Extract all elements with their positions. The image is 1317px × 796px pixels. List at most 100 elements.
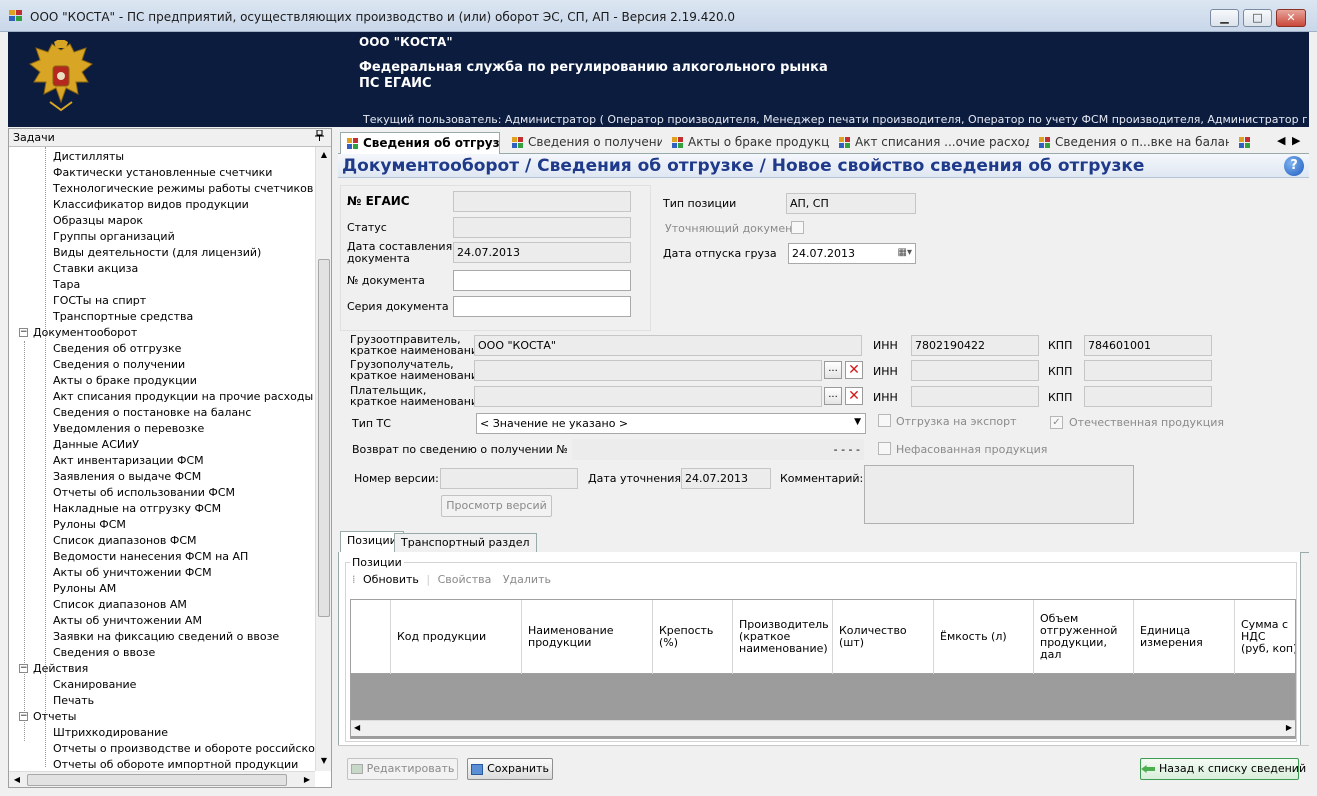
document-tab[interactable]: Акт списания ...очие расходы — [833, 132, 1029, 154]
help-icon[interactable]: ? — [1284, 156, 1304, 176]
grid-column-header[interactable]: Наименование продукции — [522, 600, 653, 674]
grid-column-header[interactable]: Код продукции — [391, 600, 522, 674]
tree-item[interactable]: Список диапазонов АМ — [53, 597, 187, 613]
edit-button[interactable]: Редактировать — [347, 758, 458, 780]
consignee-browse-button[interactable]: ... — [824, 361, 842, 379]
scroll-left-arrow-icon[interactable]: ◀ — [9, 772, 25, 788]
scroll-down-arrow-icon[interactable]: ▼ — [316, 753, 332, 769]
tree-item[interactable]: Накладные на отгрузку ФСМ — [53, 501, 221, 517]
tree-item[interactable]: Транспортные средства — [53, 309, 193, 325]
tree-item[interactable]: Акт инвентаризации ФСМ — [53, 453, 204, 469]
collapse-toggle-icon[interactable]: − — [19, 328, 28, 337]
document-tab[interactable]: Сведения об отгрузке — [340, 132, 500, 155]
minimize-button[interactable]: ▁ — [1210, 9, 1239, 27]
tree-item[interactable]: Заявки на фиксацию сведений о ввозе — [53, 629, 279, 645]
tree-item[interactable]: Сведения о постановке на баланс — [53, 405, 251, 421]
doc-number-input[interactable] — [453, 270, 631, 291]
grid-column-header[interactable]: Единица измерения — [1134, 600, 1235, 674]
scroll-right-arrow-icon[interactable]: ▶ — [299, 772, 315, 788]
delete-button[interactable]: Удалить — [503, 573, 551, 586]
tree-item[interactable]: Отчеты об использовании ФСМ — [53, 485, 235, 501]
tab-transport[interactable]: Транспортный раздел — [394, 533, 537, 553]
tree-item[interactable]: Фактически установленные счетчики — [53, 165, 272, 181]
domestic-checkbox[interactable]: ✓ — [1050, 416, 1063, 429]
scroll-left-arrow-icon[interactable]: ◀ — [354, 723, 360, 732]
document-tab[interactable]: Акты о браке продукции — [666, 132, 829, 154]
refresh-button[interactable]: Обновить — [363, 573, 419, 586]
doc-series-input[interactable] — [453, 296, 631, 317]
tree-item[interactable]: ГОСТы на спирт — [53, 293, 146, 309]
tree-item[interactable]: Список диапазонов ФСМ — [53, 533, 197, 549]
payer-clear-icon[interactable]: ✕ — [845, 387, 863, 405]
tree-item[interactable]: Дистилляты — [53, 149, 124, 165]
unpacked-checkbox[interactable] — [878, 442, 891, 455]
tabs-scroll-right-icon[interactable]: ▶ — [1292, 134, 1300, 147]
tree-item[interactable]: Сведения о получении — [53, 357, 185, 373]
tree-item[interactable]: Группы организаций — [53, 229, 175, 245]
grid-horizontal-scrollbar[interactable]: ◀ ▶ — [351, 720, 1295, 736]
tree-item-label: Акты о браке продукции — [53, 374, 197, 387]
save-button[interactable]: Сохранить — [467, 758, 553, 780]
calendar-dropdown-icon[interactable]: ▦▾ — [898, 247, 912, 258]
pin-icon[interactable] — [315, 129, 324, 144]
tree-item[interactable]: Уведомления о перевозке — [53, 421, 204, 437]
view-versions-button[interactable]: Просмотр версий — [441, 495, 552, 517]
tree-item[interactable]: Технологические режимы работы счетчиков — [53, 181, 313, 197]
tree-item[interactable]: Сведения об отгрузке — [53, 341, 181, 357]
tree-item[interactable]: Образцы марок — [53, 213, 143, 229]
grid-column-header[interactable]: Производитель (краткое наименование) — [733, 600, 833, 674]
collapse-toggle-icon[interactable]: − — [19, 664, 28, 673]
tree-item[interactable]: Данные АСИиУ — [53, 437, 139, 453]
tree-item[interactable]: Отчеты о производстве и обороте российск… — [53, 741, 315, 757]
export-checkbox[interactable] — [878, 414, 891, 427]
payer-browse-button[interactable]: ... — [824, 387, 842, 405]
tree-item[interactable]: Сканирование — [53, 677, 136, 693]
document-tab[interactable]: Сведения о п...вке на баланс — [1033, 132, 1229, 154]
tree-item[interactable]: Виды деятельности (для лицензий) — [53, 245, 261, 261]
scroll-thumb[interactable] — [27, 774, 287, 786]
tree-group[interactable]: − Документооборот — [19, 325, 137, 341]
positions-grid[interactable]: Код продукции Наименование продукции Крепо… — [350, 599, 1296, 739]
tree-item[interactable]: Акты об уничтожении АМ — [53, 613, 202, 629]
ship-date-input[interactable]: 24.07.2013 ▦▾ — [788, 243, 916, 264]
grid-column-header[interactable]: Ёмкость (л) — [934, 600, 1034, 674]
tree-item[interactable]: Рулоны ФСМ — [53, 517, 126, 533]
tree-item[interactable]: Штрихкодирование — [53, 725, 168, 741]
scroll-thumb[interactable] — [318, 259, 330, 617]
clarifying-document-checkbox[interactable] — [791, 221, 804, 234]
tree-group[interactable]: − Действия — [19, 661, 88, 677]
close-window-button[interactable]: ✕ — [1276, 9, 1306, 27]
tree-item[interactable]: Печать — [53, 693, 94, 709]
collapse-toggle-icon[interactable]: − — [19, 712, 28, 721]
tabs-scroll-left-icon[interactable]: ◀ — [1277, 134, 1285, 147]
scroll-right-arrow-icon[interactable]: ▶ — [1286, 723, 1292, 732]
grid-column-header[interactable]: Крепость (%) — [653, 600, 733, 674]
tree-horizontal-scrollbar[interactable]: ◀ ▶ — [9, 771, 315, 787]
scroll-up-arrow-icon[interactable]: ▲ — [316, 147, 332, 163]
properties-button[interactable]: Свойства — [438, 573, 492, 586]
edit-icon — [350, 764, 363, 774]
app-icon — [9, 10, 22, 21]
tree-item[interactable]: Акт списания продукции на прочие расходы — [53, 389, 313, 405]
tree-item[interactable]: Ведомости нанесения ФСМ на АП — [53, 549, 248, 565]
grid-column-header[interactable]: Количество (шт) — [833, 600, 934, 674]
tree-vertical-scrollbar[interactable]: ▲ ▼ — [315, 147, 331, 771]
tree-item[interactable]: Классификатор видов продукции — [53, 197, 249, 213]
tree-item[interactable]: Сведения о ввозе — [53, 645, 155, 661]
tree-item[interactable]: Акты о браке продукции — [53, 373, 197, 389]
transport-type-select[interactable]: < Значение не указано > ▼ — [476, 413, 866, 434]
tree-group[interactable]: − Отчеты — [19, 709, 76, 725]
document-tab[interactable] — [1233, 132, 1263, 154]
tree-item[interactable]: Акты об уничтожении ФСМ — [53, 565, 212, 581]
tree-item[interactable]: Отчеты об обороте импортной продукции — [53, 757, 298, 771]
tree-item[interactable]: Рулоны АМ — [53, 581, 116, 597]
maximize-button[interactable]: □ — [1243, 9, 1272, 27]
tree-item[interactable]: Заявления о выдаче ФСМ — [53, 469, 201, 485]
back-to-list-button[interactable]: Назад к списку сведений — [1140, 758, 1306, 780]
document-tab[interactable]: Сведения о получении — [506, 132, 662, 154]
consignee-clear-icon[interactable]: ✕ — [845, 361, 863, 379]
grid-column-header[interactable]: Объем отгруженной продукции, дал — [1034, 600, 1134, 674]
tree-item[interactable]: Ставки акциза — [53, 261, 138, 277]
tree-item[interactable]: Тара — [53, 277, 80, 293]
grid-column-header[interactable]: Сумма с НДС (руб, коп) — [1235, 600, 1295, 674]
